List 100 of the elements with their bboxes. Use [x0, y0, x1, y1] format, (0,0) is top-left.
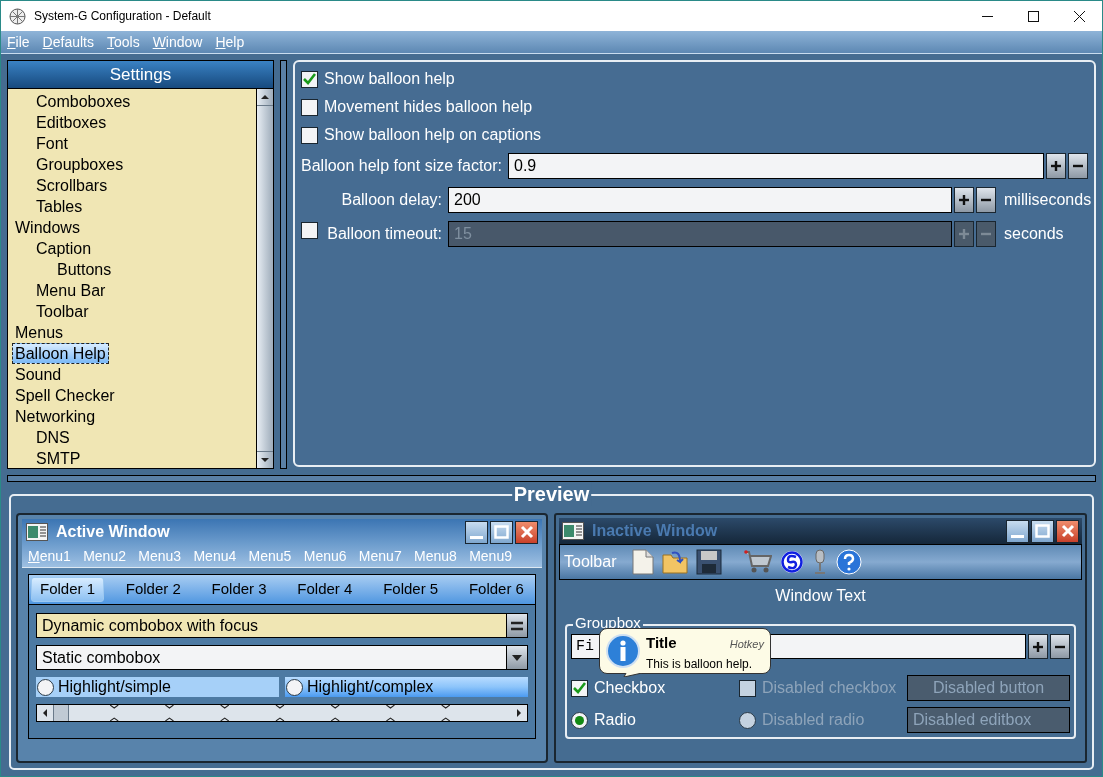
close-button[interactable] [1056, 519, 1079, 543]
tree-item[interactable]: Font [33, 133, 71, 154]
tab[interactable]: Folder 3 [202, 577, 276, 602]
number-field[interactable]: 200 [448, 187, 952, 213]
tree-item[interactable]: Tables [33, 196, 86, 217]
close-icon [1060, 524, 1075, 538]
scrollbar[interactable] [36, 704, 528, 722]
window-title: Active Window [56, 522, 170, 542]
window-title: System-G Configuration - Default [34, 8, 211, 25]
checkbox[interactable] [301, 70, 318, 88]
combobox[interactable]: Static combobox [36, 645, 528, 670]
toolbar-label: Toolbar [564, 552, 617, 572]
decrement-button[interactable] [976, 187, 996, 213]
tree-item[interactable]: Editboxes [33, 112, 110, 133]
window-text: Window Text [775, 586, 866, 606]
window-icon [26, 523, 48, 541]
tab[interactable]: Folder 4 [288, 577, 362, 602]
close-icon [1073, 10, 1085, 22]
radio-option[interactable]: Highlight/simple [36, 677, 279, 697]
splitter[interactable] [7, 475, 1096, 482]
plus-icon [1033, 641, 1043, 652]
checkbox-label: Show balloon help [324, 69, 455, 89]
shopping-cart-icon[interactable] [744, 550, 773, 574]
tree-item[interactable]: Menu Bar [33, 280, 109, 301]
decrement-button[interactable] [1068, 153, 1088, 179]
unit-label: seconds [1003, 224, 1065, 244]
radio-label: Highlight/simple [58, 677, 171, 697]
radio-button[interactable] [571, 711, 588, 729]
scroll-thumb[interactable] [53, 705, 69, 721]
balloon-title: Title [646, 633, 677, 653]
number-field[interactable]: 0.9 [508, 153, 1044, 179]
tree-item[interactable]: Windows [12, 217, 83, 238]
checkmark-icon [573, 682, 586, 694]
maximize-icon [1035, 524, 1050, 538]
equals-icon [511, 620, 523, 631]
tree-item[interactable]: Caption [33, 238, 95, 259]
increment-button[interactable] [1028, 634, 1048, 659]
tree-item[interactable]: Groupboxes [33, 154, 127, 175]
balloon-hotkey: Hotkey [729, 637, 764, 652]
checkbox[interactable] [301, 98, 318, 116]
combobox-value: Dynamic combobox with focus [41, 616, 260, 636]
tab[interactable]: Folder 1 [31, 577, 105, 602]
close-button[interactable] [515, 520, 538, 544]
maximize-button[interactable] [490, 520, 513, 544]
radio-label: Disabled radio [762, 711, 865, 729]
document-icon[interactable] [632, 549, 655, 575]
tab[interactable]: Folder 2 [116, 577, 190, 602]
info-icon [606, 634, 640, 668]
radio-option[interactable]: Highlight/complex [285, 677, 528, 697]
maximize-icon [494, 525, 509, 539]
checkbox-label: Movement hides balloon help [324, 97, 533, 117]
tree-item[interactable]: Sound [12, 364, 65, 385]
tree-item[interactable]: Balloon Help [12, 343, 109, 364]
combobox-value: Static combobox [41, 648, 162, 668]
minimize-button[interactable] [1006, 519, 1029, 543]
tree-item[interactable]: Scrollbars [33, 175, 111, 196]
checkbox-label: Show balloon help on captions [324, 125, 542, 145]
checkmark-icon [303, 73, 316, 85]
tree-item[interactable]: SMTP [33, 448, 84, 468]
app-logo-icon [9, 7, 26, 25]
increment-button[interactable] [954, 187, 974, 213]
tab[interactable]: Folder 6 [459, 577, 533, 602]
splitter[interactable] [280, 60, 287, 469]
scrollbar[interactable] [256, 89, 273, 468]
minimize-icon [1011, 534, 1024, 538]
decrement-button[interactable] [1050, 634, 1070, 659]
radio-label: Highlight/complex [307, 677, 434, 697]
panel-header: Settings [8, 61, 273, 89]
plus-icon [1051, 161, 1061, 171]
tree-item[interactable]: Buttons [54, 259, 115, 280]
radio-button[interactable] [37, 678, 54, 696]
maximize-button[interactable] [1031, 519, 1054, 543]
tree-item[interactable]: DNS [33, 427, 73, 448]
increment-button[interactable] [1046, 153, 1066, 179]
checkbox[interactable] [571, 679, 588, 697]
checkbox[interactable] [301, 126, 318, 144]
maximize-icon [1027, 10, 1039, 22]
minimize-icon [470, 535, 483, 539]
tab[interactable]: Folder 5 [374, 577, 448, 602]
radio-label: Radio [594, 711, 636, 729]
field-label: Balloon timeout: [327, 224, 442, 244]
tree-item[interactable]: Networking [12, 406, 99, 427]
close-icon [519, 525, 534, 539]
tree-item[interactable]: Menus [12, 322, 67, 343]
tree-item[interactable]: Toolbar [33, 301, 92, 322]
minimize-button[interactable] [465, 520, 488, 544]
window-icon [562, 522, 584, 540]
window-title: Inactive Window [592, 521, 718, 541]
folder-icon[interactable] [662, 550, 689, 574]
plus-icon [959, 229, 969, 239]
checkbox-label: Disabled checkbox [762, 679, 897, 697]
tree-item[interactable]: Spell Checker [12, 385, 118, 406]
combobox[interactable]: Dynamic combobox with focus [36, 613, 528, 638]
checkbox-label: Checkbox [594, 679, 666, 697]
swirl-icon[interactable] [780, 550, 805, 574]
radio-button[interactable] [286, 678, 303, 696]
tree-item[interactable]: Comboboxes [33, 91, 134, 112]
help-icon[interactable] [836, 549, 863, 575]
dropdown-arrow-icon [512, 654, 522, 661]
minimize-icon [981, 15, 993, 17]
